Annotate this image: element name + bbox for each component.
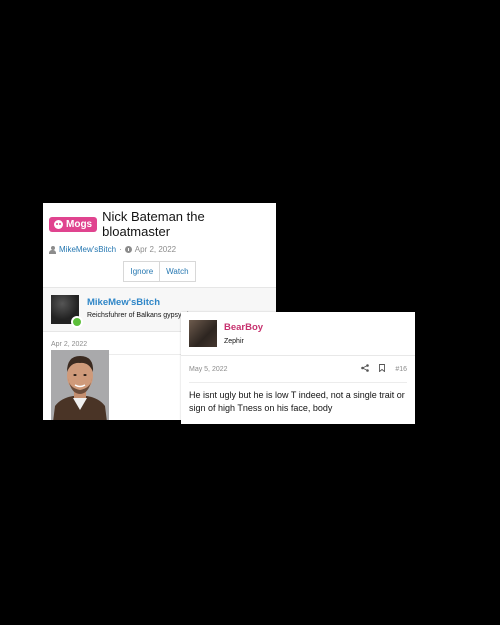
ignore-button[interactable]: Ignore [123,261,161,282]
post-number-link[interactable]: #16 [395,366,407,373]
reply-username[interactable]: BearBoy [224,322,263,333]
prefix-label: Mogs [66,218,93,230]
skull-icon [54,219,63,229]
thread-meta: MikeMew'sBitch · Apr 2, 2022 [49,245,270,254]
share-icon[interactable] [361,364,370,374]
thread-title-row: Mogs Nick Bateman the bloatmaster [49,209,270,239]
meta-separator: · [119,245,122,254]
reply-date[interactable]: May 5, 2022 [189,366,228,373]
online-indicator [71,316,83,328]
clock-icon [124,246,132,253]
thread-date[interactable]: Apr 2, 2022 [135,245,176,254]
thread-title: Nick Bateman the bloatmaster [102,209,205,239]
bookmark-icon[interactable] [379,364,386,374]
reply-meta: May 5, 2022 #16 [181,356,415,374]
post-photo[interactable] [51,350,109,420]
avatar[interactable] [51,295,83,328]
thread-header: Mogs Nick Bateman the bloatmaster MikeMe… [43,203,276,282]
thread-actions: Ignore Watch [49,261,270,282]
thread-author-link[interactable]: MikeMew'sBitch [59,245,116,254]
watch-button[interactable]: Watch [160,261,196,282]
thread-prefix-badge[interactable]: Mogs [49,216,98,232]
user-icon [49,245,56,254]
avatar[interactable] [189,320,217,347]
reply-post-screenshot: BearBoy Zephir May 5, 2022 #16 He isnt u… [181,312,415,424]
reply-user-title: Zephir [224,338,244,345]
first-post-username[interactable]: MikeMew'sBitch [87,297,202,308]
reply-author-block: BearBoy Zephir [181,312,415,356]
portrait-image [51,350,109,420]
reply-body-text: He isnt ugly but he is low T indeed, not… [189,390,405,413]
